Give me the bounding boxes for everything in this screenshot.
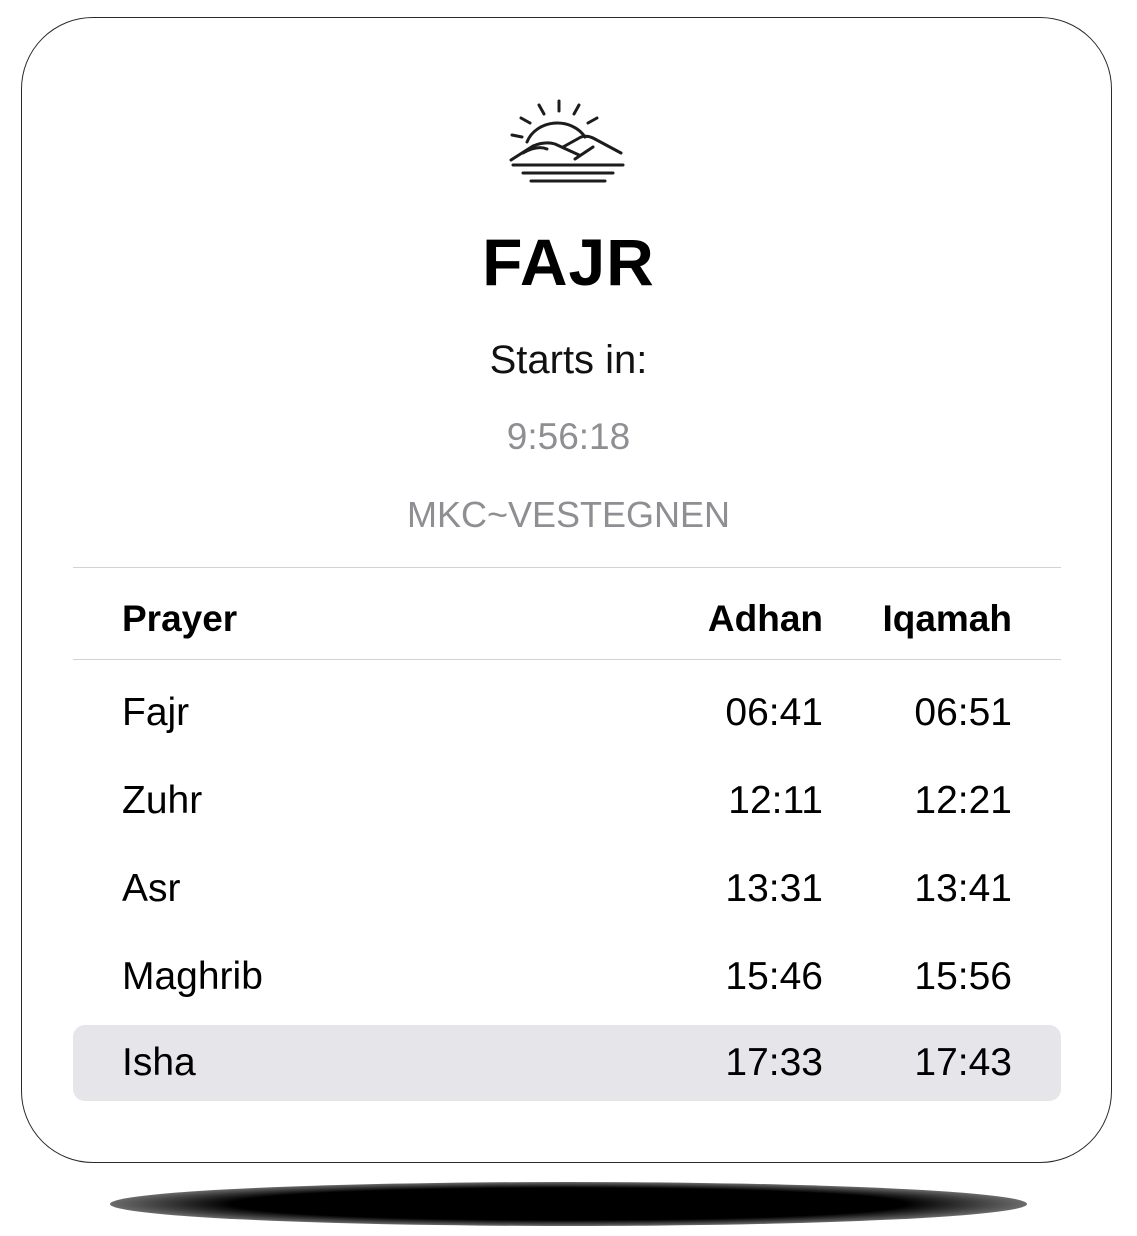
top-divider: [73, 567, 1061, 568]
adhan-time: 15:46: [725, 955, 823, 998]
prayer-name: Asr: [122, 867, 181, 910]
header-divider: [73, 659, 1061, 660]
countdown-timer: 9:56:18: [506, 416, 631, 457]
prayer-name: Maghrib: [122, 955, 263, 998]
iqamah-time: 15:56: [914, 955, 1012, 998]
mosque-location: MKC~VESTEGNEN: [406, 494, 731, 535]
table-row-fajr: Fajr 06:41 06:51: [73, 675, 1061, 751]
adhan-time: 12:11: [728, 779, 823, 822]
prayer-name: Fajr: [122, 691, 190, 734]
iqamah-time: 06:51: [914, 691, 1012, 734]
header-adhan: Adhan: [707, 598, 823, 639]
starts-in-label: Starts in:: [489, 338, 648, 382]
table-row-asr: Asr 13:31 13:41: [73, 851, 1061, 927]
table-row-isha-current: Isha 17:33 17:43: [73, 1025, 1061, 1101]
prayer-name: Isha: [122, 1041, 196, 1084]
iqamah-time: 12:21: [914, 779, 1012, 822]
adhan-time: 13:31: [725, 867, 823, 910]
widget-shadow: [110, 1182, 1027, 1226]
sunrise-icon: [503, 97, 629, 189]
table-row-zuhr: Zuhr 12:11 12:21: [73, 763, 1061, 839]
next-prayer-title: FAJR: [482, 225, 655, 299]
header-iqamah: Iqamah: [882, 598, 1012, 639]
prayer-name: Zuhr: [122, 779, 203, 822]
adhan-time: 06:41: [725, 691, 823, 734]
screen: FAJR Starts in: 9:56:18 MKC~VESTEGNEN Pr…: [0, 0, 1137, 1236]
header-prayer: Prayer: [122, 598, 238, 639]
iqamah-time: 13:41: [914, 867, 1012, 910]
adhan-time: 17:33: [725, 1041, 823, 1084]
table-row-maghrib: Maghrib 15:46 15:56: [73, 939, 1061, 1015]
iqamah-time: 17:43: [914, 1041, 1012, 1084]
